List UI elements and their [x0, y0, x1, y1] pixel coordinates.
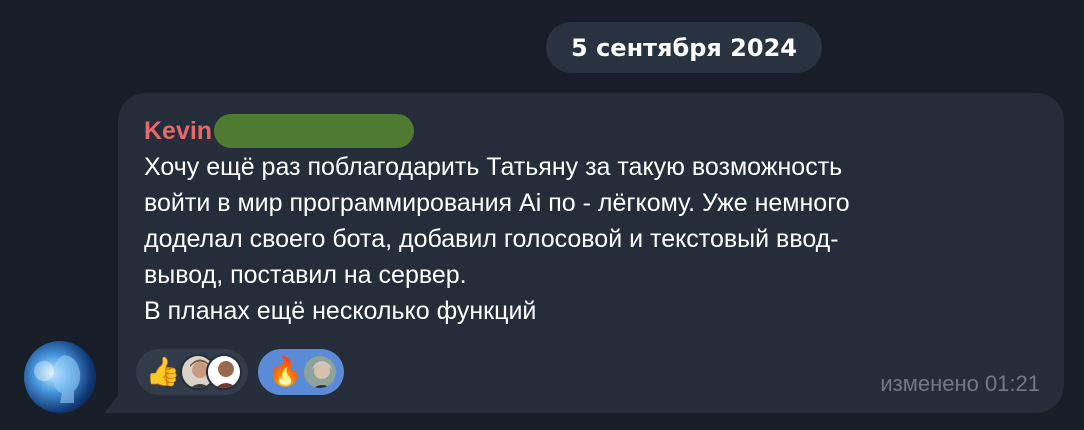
date-separator: 5 сентября 2024 — [546, 22, 822, 73]
redacted-name-overlay — [214, 114, 415, 148]
chat-view: 5 сентября 2024 Kevin Хочу ещё раз побла… — [0, 0, 1084, 430]
fire-icon: 🔥 — [267, 355, 303, 388]
sender-avatar[interactable] — [24, 341, 96, 413]
reaction-fire[interactable]: 🔥 — [258, 349, 344, 395]
message-text: Хочу ещё раз поблагодарить Татьяну за та… — [144, 149, 1044, 329]
thumbs-up-icon: 👍 — [145, 355, 181, 388]
message-line: войти в мир программирования Ai по - лёг… — [144, 189, 850, 217]
reactor-avatar — [206, 354, 242, 390]
edited-timestamp: изменено 01:21 — [880, 371, 1040, 396]
message-line: Хочу ещё раз поблагодарить Татьяну за та… — [144, 153, 843, 181]
reactions-bar: 👍 🔥 — [136, 349, 344, 395]
reactor-avatar — [302, 354, 338, 390]
sender-name[interactable]: Kevin — [144, 117, 212, 146]
message-line: доделал своего бота, добавил голосовой и… — [144, 225, 839, 253]
message-line: В планах ещё несколько функций — [144, 297, 537, 325]
message-line: вывод, поставил на сервер. — [144, 261, 467, 289]
reaction-thumbs-up[interactable]: 👍 — [136, 349, 248, 395]
message-bubble[interactable]: Kevin Хочу ещё раз поблагодарить Татьяну… — [118, 93, 1064, 413]
sender[interactable]: Kevin — [144, 114, 415, 148]
